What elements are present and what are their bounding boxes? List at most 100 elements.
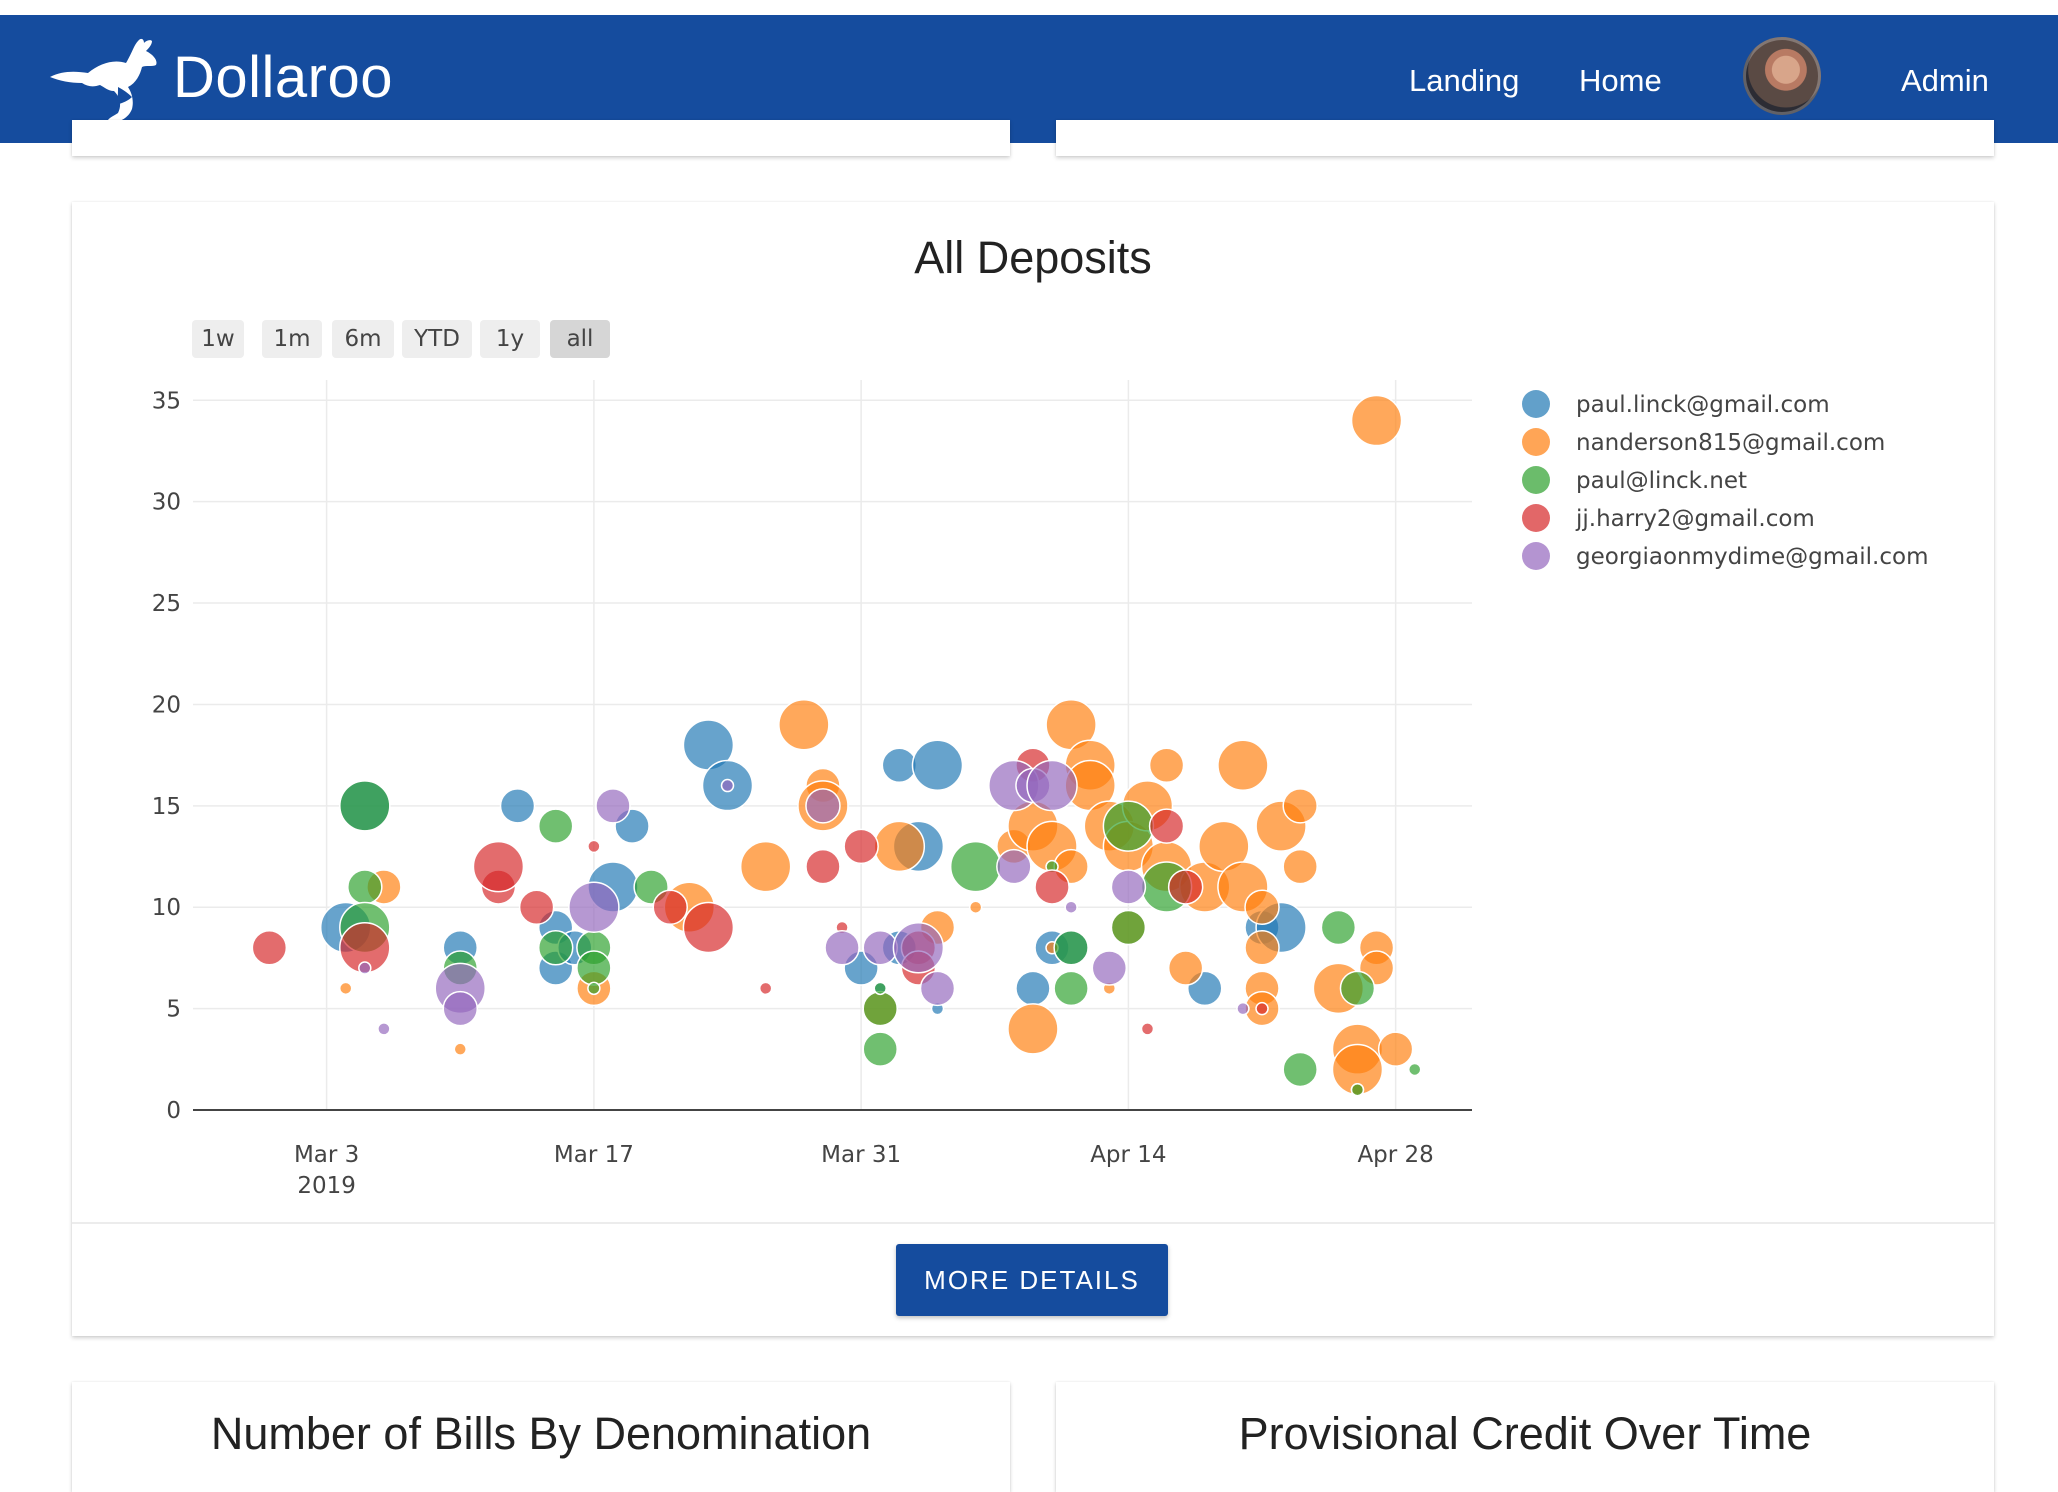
x-tick-label: Mar 17: [554, 1142, 634, 1168]
data-point: [1282, 1051, 1318, 1088]
y-tick-label: 10: [152, 895, 181, 921]
data-point: [251, 930, 288, 966]
data-point: [1110, 869, 1147, 905]
data-point: [805, 788, 841, 824]
data-point: [652, 889, 688, 925]
data-point: [862, 1031, 898, 1067]
data-point: [568, 881, 620, 933]
data-point: [862, 990, 898, 1027]
data-point: [968, 900, 983, 914]
data-point: [576, 950, 612, 986]
deposits-scatter-chart[interactable]: 0 5 10 15 20 25 30 35 Mar 3 2019 Mar 17 Mar 31 Apr 1…: [72, 202, 1994, 1222]
nav-landing-link[interactable]: Landing: [1409, 61, 1519, 101]
data-point: [1167, 950, 1204, 986]
x-tick-label: Apr 28: [1357, 1142, 1433, 1168]
data-point: [1339, 970, 1376, 1007]
data-point: [843, 828, 879, 865]
y-tick-label: 35: [152, 388, 181, 414]
data-point: [1282, 788, 1318, 824]
data-point: [499, 788, 536, 824]
y-tick-label: 25: [152, 591, 181, 617]
x-tick-label: Mar 31: [821, 1142, 901, 1168]
data-point: [911, 739, 964, 792]
data-point: [1167, 869, 1204, 905]
nav-admin-link[interactable]: Admin: [1901, 61, 1989, 101]
top-left-card: [72, 120, 1010, 156]
data-point: [1407, 1062, 1422, 1077]
legend-label: paul.linck@gmail.com: [1576, 392, 1830, 418]
provisional-credit-title: Provisional Credit Over Time: [1238, 1408, 1812, 1459]
data-point: [358, 961, 372, 975]
data-point: [862, 930, 898, 966]
data-point: [1026, 759, 1078, 812]
nav-home-link[interactable]: Home: [1579, 61, 1662, 101]
data-point: [758, 981, 773, 996]
data-point: [595, 788, 631, 824]
data-point: [1148, 747, 1185, 784]
data-point: [518, 889, 555, 925]
legend-marker: [1522, 542, 1550, 570]
data-point: [778, 698, 830, 751]
y-tick-label: 20: [152, 692, 181, 718]
data-point: [442, 990, 479, 1027]
data-point: [1320, 909, 1357, 946]
legend-marker: [1522, 390, 1550, 418]
data-point: [1350, 1082, 1365, 1097]
data-point: [1064, 900, 1078, 914]
data-point: [1034, 869, 1070, 905]
data-point: [1053, 930, 1089, 966]
kangaroo-logo-icon[interactable]: [48, 33, 160, 125]
data-point: [873, 981, 887, 996]
data-point: [339, 780, 391, 832]
data-point: [873, 820, 926, 873]
data-point: [338, 981, 353, 996]
data-point: [1102, 800, 1155, 852]
data-point: [720, 778, 735, 793]
data-point: [1236, 1001, 1250, 1016]
data-point: [949, 840, 1002, 893]
y-tick-label: 30: [152, 490, 181, 516]
data-point: [453, 1042, 468, 1056]
data-point: [1244, 930, 1280, 966]
data-point: [739, 840, 792, 893]
data-point: [805, 848, 841, 885]
all-deposits-card: All Deposits 1w 1m 6m YTD 1y all 0 5 10 15 2…: [72, 202, 1994, 1336]
data-point: [1091, 950, 1128, 986]
provisional-credit-card: Provisional Credit Over Time: [1056, 1382, 1994, 1492]
data-point: [1377, 1031, 1414, 1067]
x-tick-sublabel: 2019: [297, 1173, 356, 1199]
data-point: [682, 901, 735, 954]
legend-marker: [1522, 504, 1550, 532]
bills-by-denomination-title: Number of Bills By Denomination: [210, 1408, 872, 1459]
data-point: [1255, 1001, 1269, 1016]
data-point: [1015, 970, 1051, 1007]
top-strip: [0, 0, 2058, 15]
data-point: [881, 747, 918, 784]
data-point: [347, 869, 383, 905]
data-point: [377, 1022, 391, 1036]
brand-name[interactable]: Dollaroo: [173, 45, 393, 111]
more-details-button[interactable]: MORE DETAILS: [896, 1244, 1168, 1316]
top-right-card: [1056, 120, 1994, 156]
legend-label: georgiaonmydime@gmail.com: [1576, 544, 1928, 570]
legend-marker: [1522, 466, 1550, 494]
data-point: [1244, 889, 1280, 925]
user-avatar[interactable]: [1743, 37, 1821, 115]
data-point: [587, 839, 601, 854]
data-point: [1053, 970, 1089, 1007]
data-point: [996, 848, 1032, 885]
x-tick-label: Apr 14: [1090, 1142, 1166, 1168]
card-divider: [72, 1222, 1994, 1224]
y-tick-label: 15: [152, 794, 181, 820]
bills-by-denomination-card: Number of Bills By Denomination: [72, 1382, 1010, 1492]
data-point: [1217, 739, 1269, 792]
data-point: [919, 970, 956, 1007]
legend-label: paul@linck.net: [1576, 468, 1747, 494]
data-point: [537, 930, 574, 966]
data-point: [1007, 1003, 1059, 1055]
data-point: [1148, 808, 1185, 844]
x-tick-label: Mar 3: [294, 1142, 359, 1168]
data-point: [1282, 848, 1318, 885]
data-point: [824, 930, 860, 966]
legend-label: jj.harry2@gmail.com: [1575, 506, 1815, 532]
